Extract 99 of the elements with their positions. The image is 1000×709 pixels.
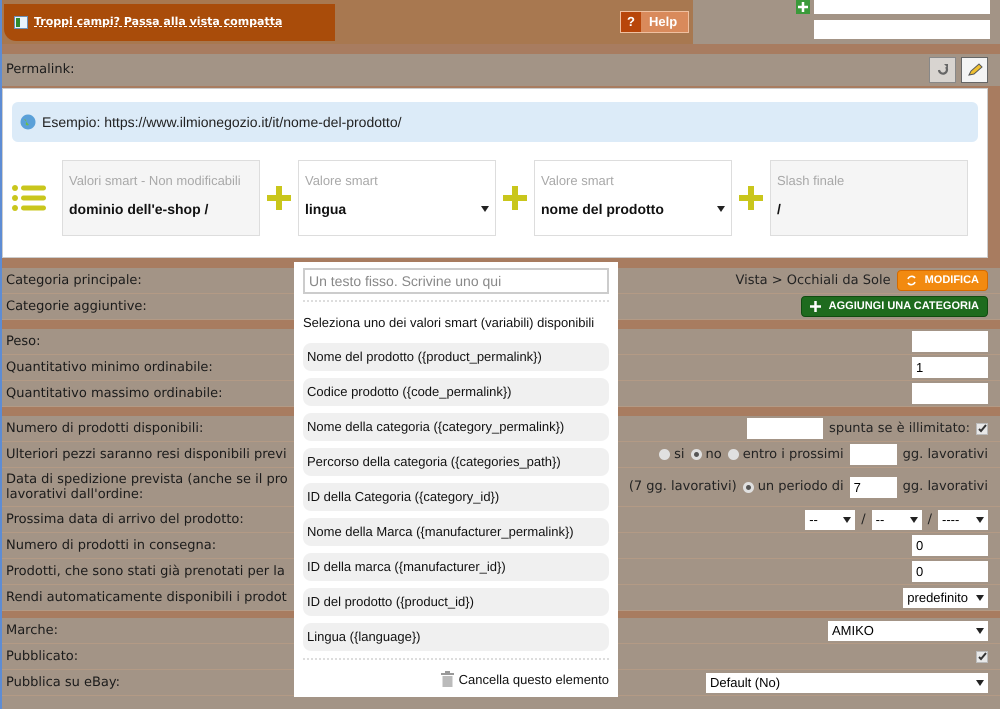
select-field[interactable]: ---- <box>938 510 988 530</box>
reset-button[interactable] <box>929 57 956 83</box>
input-field[interactable] <box>814 20 990 39</box>
radio-label: un periodo di <box>758 478 844 496</box>
input-field[interactable] <box>747 418 824 439</box>
segment-value: dominio dell'e-shop / <box>69 200 208 219</box>
field-label: Peso: <box>6 334 40 349</box>
example-url: Esempio: https://www.ilmionegozio.it/it/nome-del-prodotto/ <box>42 112 402 132</box>
plus-icon <box>502 185 528 211</box>
radio-button[interactable] <box>690 449 702 460</box>
select-field[interactable]: -- <box>872 510 922 530</box>
field-label: Categorie aggiuntive: <box>6 299 147 314</box>
field-note: (7 gg. lavorativi) <box>628 478 737 496</box>
input-field[interactable]: 1 <box>912 357 988 378</box>
smart-value-option[interactable]: Nome della categoria ({category_permalink}) <box>303 412 609 440</box>
add-icon[interactable] <box>796 0 810 14</box>
field-label: Numero di prodotti in consegna: <box>6 538 216 553</box>
segment-select[interactable]: Valore smart lingua <box>298 160 496 236</box>
input-field[interactable] <box>912 331 988 352</box>
plus-icon <box>738 185 764 211</box>
field-label: Prodotti, che sono stati già prenotati per la <box>6 564 285 579</box>
field-label: Marche: <box>6 623 58 638</box>
smart-value-option[interactable]: Codice prodotto ({code_permalink}) <box>303 378 609 406</box>
field-label: lavorativi dall'ordine: <box>6 487 144 502</box>
field-label: Quantitativo minimo ordinabile: <box>6 360 213 375</box>
radio-label: entro i prossimi <box>742 446 844 464</box>
refresh-icon <box>936 63 950 77</box>
pencil-icon <box>966 63 982 77</box>
segment-caption: Slash finale <box>777 172 846 190</box>
refresh-icon <box>906 275 917 286</box>
segment-value: lingua <box>305 200 346 219</box>
input-field[interactable]: 0 <box>912 561 988 582</box>
caret-icon <box>976 680 984 686</box>
caret-icon <box>910 516 918 522</box>
smart-value-option[interactable]: ID del prodotto ({product_id}) <box>303 588 609 616</box>
field-label: Pubblicato: <box>6 649 78 664</box>
field-label: Categoria principale: <box>6 273 142 288</box>
smart-value-option[interactable]: ID della Categoria ({category_id}) <box>303 482 609 510</box>
segment-caption: Valori smart - Non modificabili <box>69 172 242 190</box>
select-field[interactable]: AMIKO <box>828 620 988 640</box>
add-category-button[interactable]: AGGIUNGI UNA CATEGORIA <box>800 296 988 317</box>
fixed-text-field[interactable]: Un testo fisso. Scrivine uno qui <box>303 268 609 294</box>
list-icon <box>12 185 46 211</box>
field-note: / <box>861 510 866 529</box>
compact-view-link[interactable]: Troppi campi? Passa alla vista compatta <box>34 14 282 30</box>
smart-value-option[interactable]: Nome della Marca ({manufacturer_permalink}) <box>303 518 609 546</box>
menu-heading: Seleziona uno dei valori smart (variabili) disponibili <box>303 314 596 332</box>
field-note: Vista > Occhiali da Sole <box>736 272 891 290</box>
radio-label: no <box>706 446 722 464</box>
layout-icon <box>14 16 28 28</box>
caret-icon <box>976 516 984 522</box>
select-field[interactable]: Default (No) <box>706 672 988 692</box>
caret-icon <box>976 594 984 600</box>
radio-button[interactable] <box>728 449 739 460</box>
input-field[interactable] <box>850 444 897 465</box>
input-field[interactable]: 7 <box>850 476 897 498</box>
select-field[interactable]: -- <box>805 510 856 530</box>
field-note: / <box>928 510 932 529</box>
globe-icon <box>20 114 36 130</box>
caret-icon <box>976 628 984 634</box>
field-label: Numero di prodotti disponibili: <box>6 421 204 436</box>
select-field[interactable]: predefinito <box>903 588 988 608</box>
permalink-label: Permalink: <box>6 61 74 80</box>
plus-icon <box>810 301 821 312</box>
segment-value: nome del prodotto <box>541 200 664 219</box>
radio-button[interactable] <box>659 449 670 460</box>
field-label: Rendi automaticamente disponibili i prodot <box>6 590 287 605</box>
input-field[interactable] <box>912 383 988 404</box>
segment-caption: Valore smart <box>541 172 615 190</box>
caret-icon <box>843 516 852 522</box>
field-label: Ulteriori pezzi saranno resi disponibili previ <box>6 447 287 462</box>
segment-select[interactable]: Valore smart nome del prodotto <box>534 160 732 236</box>
input-field[interactable]: 0 <box>912 535 988 556</box>
field-label: Prossima data di arrivo del prodotto: <box>6 512 244 527</box>
caret-icon <box>481 206 489 212</box>
checkbox[interactable] <box>976 422 988 434</box>
delete-element-button[interactable]: Cancella questo elemento <box>440 670 609 689</box>
help-icon: ? <box>621 12 641 32</box>
radio-button[interactable] <box>742 482 754 492</box>
smart-value-option[interactable]: Nome del prodotto ({product_permalink}) <box>303 342 609 370</box>
field-note: spunta se è illimitato: <box>829 420 970 438</box>
plus-icon <box>266 185 292 211</box>
trash-icon <box>440 671 454 688</box>
input-field[interactable] <box>814 0 990 14</box>
segment-caption: Valore smart <box>305 172 379 190</box>
help-button[interactable]: ? Help <box>620 11 689 33</box>
field-note: gg. lavorativi <box>902 446 988 464</box>
caret-icon <box>717 206 725 212</box>
radio-label: si <box>674 446 685 464</box>
field-label: Quantitativo massimo ordinabile: <box>6 386 222 401</box>
edit-button[interactable] <box>961 57 988 83</box>
field-label: Pubblica su eBay: <box>6 675 120 690</box>
smart-value-option[interactable]: ID della marca ({manufacturer_id}) <box>303 552 609 580</box>
field-note: gg. lavorativi <box>902 478 988 496</box>
segment-value: / <box>777 200 781 218</box>
checkbox[interactable] <box>976 650 988 662</box>
field-label: Data di spedizione prevista (anche se il pro <box>6 472 288 487</box>
smart-value-option[interactable]: Percorso della categoria ({categories_path}) <box>303 448 609 476</box>
smart-value-option[interactable]: Lingua ({language}) <box>303 622 609 650</box>
